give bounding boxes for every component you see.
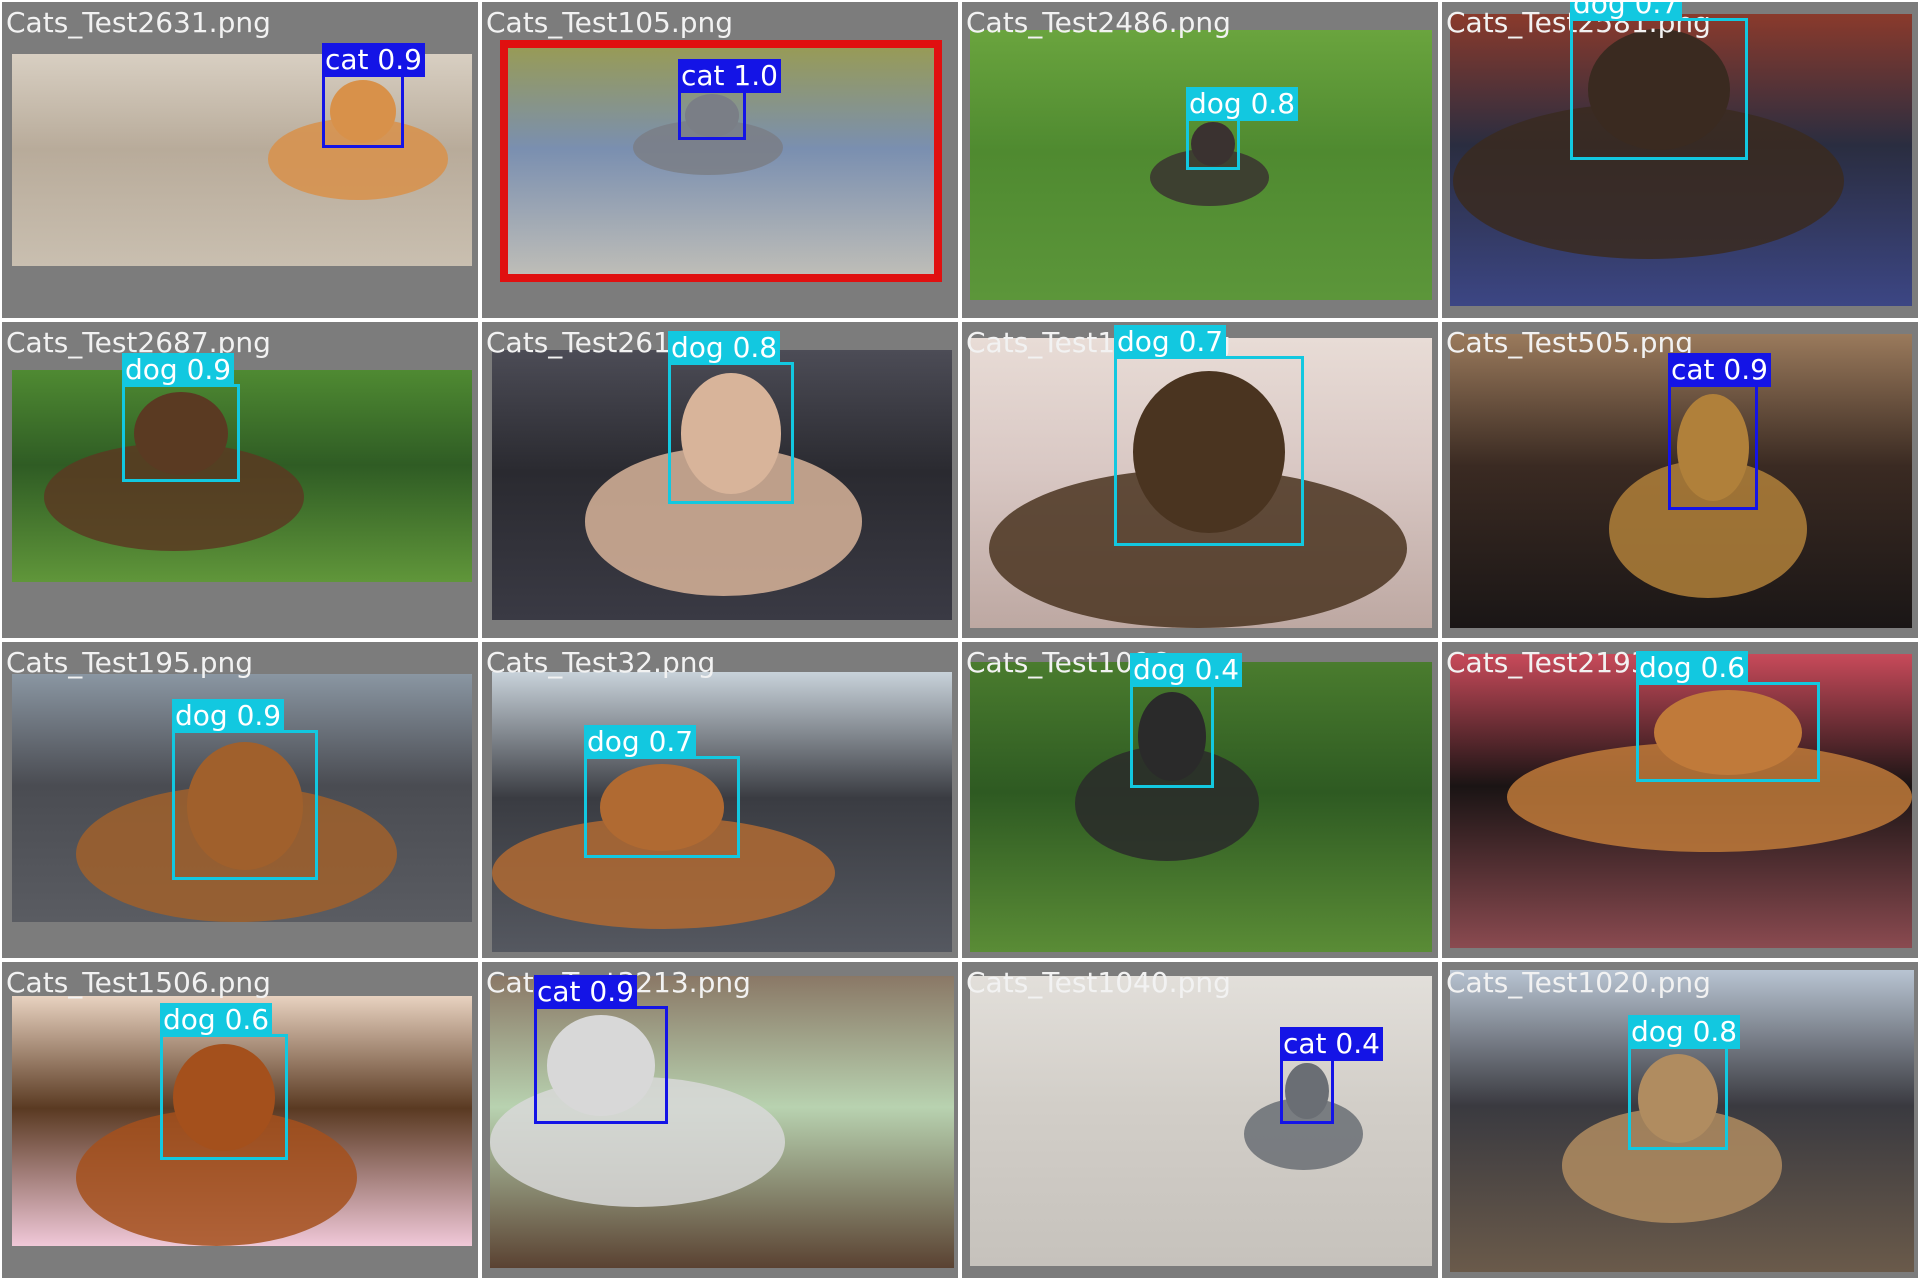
photo <box>970 976 1432 1266</box>
image-filename: Cats_Test1020.png <box>1446 966 1711 999</box>
image-tile[interactable]: Cats_Test195.pngdog 0.9 <box>0 640 480 960</box>
detection-box-dog[interactable]: dog 0.6 <box>1636 651 1820 782</box>
image-tile[interactable]: Cats_Test105.pngcat 1.0 <box>480 0 960 320</box>
photo <box>12 370 472 582</box>
detection-box-cat[interactable]: cat 0.9 <box>534 975 668 1124</box>
image-tile[interactable]: Cats_Test1020.pngdog 0.8 <box>1440 960 1920 1280</box>
image-tile[interactable]: Cats_Test1096.png dog 0.4 <box>960 640 1440 960</box>
detection-label: cat 0.9 <box>1668 353 1771 387</box>
detection-box-dog[interactable]: dog 0.8 <box>668 331 794 504</box>
image-filename: Cats_Test195.png <box>6 646 254 679</box>
detection-label: dog 0.7 <box>1570 2 1683 21</box>
detection-box-dog[interactable]: dog 0.9 <box>122 353 240 482</box>
detection-box-dog[interactable]: dog 0.4 <box>1130 653 1243 788</box>
image-filename: Cats_Test105.png <box>486 6 734 39</box>
detection-box-dog[interactable]: dog 0.6 <box>160 1003 288 1160</box>
image-filename: Cats_Test2486.png <box>966 6 1231 39</box>
image-tile[interactable]: Cats_Test2581.png dog 0.7 <box>1440 0 1920 320</box>
detection-box-dog[interactable]: dog 0.7 <box>1570 2 1748 160</box>
detection-box-cat[interactable]: cat 0.9 <box>322 43 425 148</box>
detection-label: cat 0.9 <box>534 975 637 1009</box>
detection-label: dog 0.9 <box>122 353 235 387</box>
image-tile[interactable]: Cats_Test2193.png dog 0.6 <box>1440 640 1920 960</box>
detection-box-cat[interactable]: cat 0.4 <box>1280 1027 1383 1124</box>
image-tile[interactable]: Cats_Test2687.png dog 0.9 <box>0 320 480 640</box>
detection-label: cat 0.4 <box>1280 1027 1383 1061</box>
detection-label: dog 0.7 <box>1114 325 1227 359</box>
image-tile[interactable]: Cats_Test1263.png dog 0.7 <box>960 320 1440 640</box>
detection-label: cat 1.0 <box>678 59 781 93</box>
image-tile[interactable]: Cats_Test505.png cat 0.9 <box>1440 320 1920 640</box>
image-tile[interactable]: Cats_Test1040.pngcat 0.4 <box>960 960 1440 1280</box>
image-filename: Cats_Test1506.png <box>6 966 271 999</box>
detection-box-cat[interactable]: cat 1.0 <box>678 59 781 140</box>
detection-box-dog[interactable]: dog 0.9 <box>172 699 318 880</box>
detection-label: dog 0.7 <box>584 725 697 759</box>
image-filename: Cats_Test1040.png <box>966 966 1231 999</box>
image-tile[interactable]: Cats_Test3213.pngcat 0.9 <box>480 960 960 1280</box>
image-filename: Cats_Test505.png <box>1446 326 1694 359</box>
image-tile[interactable]: Cats_Test2616.png dog 0.8 <box>480 320 960 640</box>
detection-results-grid: Cats_Test2631.png cat 0.9 Cats_Test105.png… <box>0 0 1920 1280</box>
detection-label: dog 0.6 <box>1636 651 1749 685</box>
image-filename: Cats_Test2631.png <box>6 6 271 39</box>
image-tile[interactable]: Cats_Test2631.pngcat 0.9 <box>0 0 480 320</box>
detection-box-dog[interactable]: dog 0.7 <box>584 725 740 858</box>
image-tile[interactable]: Cats_Test2486.pngdog 0.8 <box>960 0 1440 320</box>
detection-label: dog 0.8 <box>1186 87 1299 121</box>
image-filename: Cats_Test32.png <box>486 646 716 679</box>
detection-box-dog[interactable]: dog 0.7 <box>1114 325 1304 546</box>
detection-box-cat[interactable]: cat 0.9 <box>1668 353 1771 510</box>
image-tile[interactable]: Cats_Test1506.pngdog 0.6 <box>0 960 480 1280</box>
detection-label: dog 0.8 <box>668 331 781 365</box>
detection-label: dog 0.8 <box>1628 1015 1741 1049</box>
detection-label: dog 0.4 <box>1130 653 1243 687</box>
detection-label: dog 0.9 <box>172 699 285 733</box>
detection-box-dog[interactable]: dog 0.8 <box>1628 1015 1741 1150</box>
image-tile[interactable]: Cats_Test32.pngdog 0.7 <box>480 640 960 960</box>
detection-label: dog 0.6 <box>160 1003 273 1037</box>
detection-box-dog[interactable]: dog 0.8 <box>1186 87 1299 170</box>
detection-label: cat 0.9 <box>322 43 425 77</box>
